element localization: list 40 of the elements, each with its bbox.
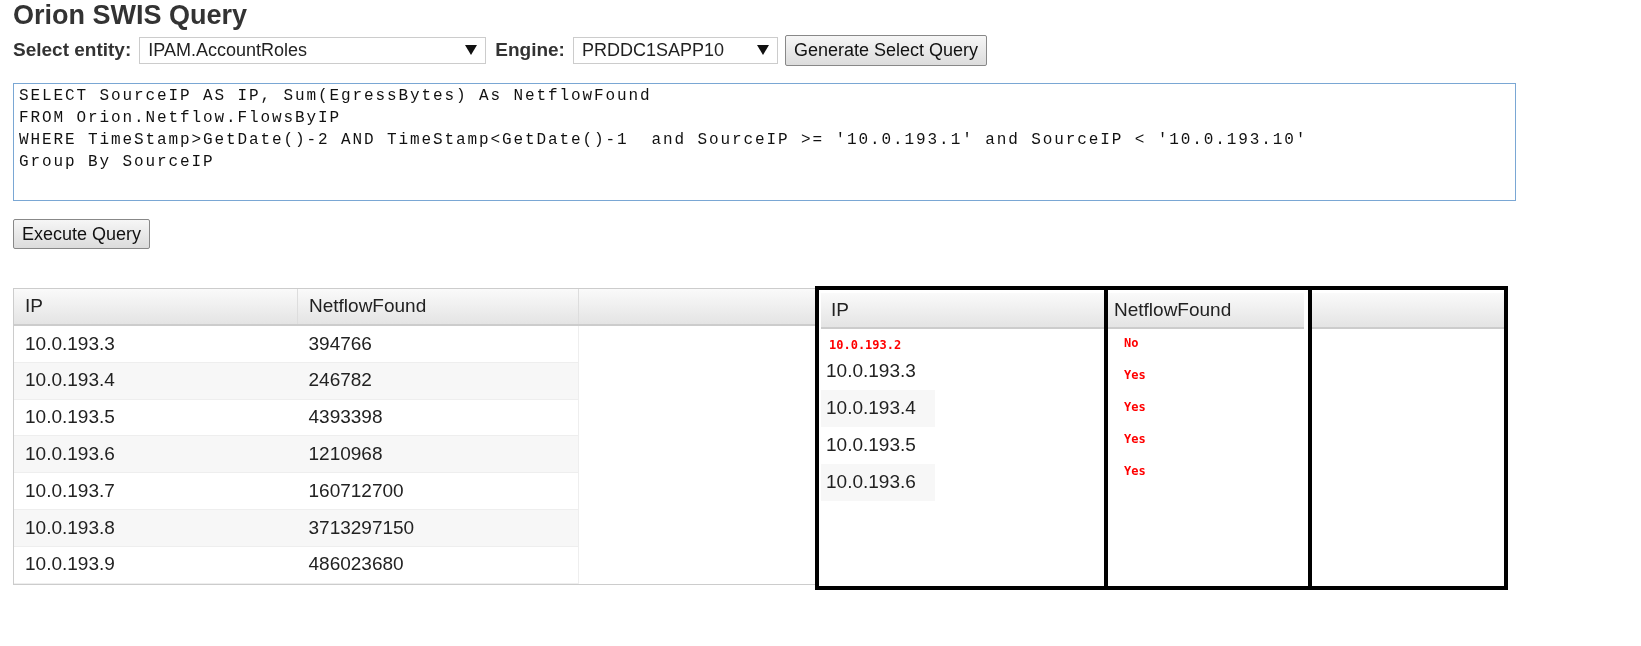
query-line: Group By SourceIP: [19, 152, 216, 173]
table-cell-text: 246782: [307, 368, 373, 393]
annotation-text: Yes: [1124, 399, 1146, 415]
table-cell-text: 160712700: [307, 478, 405, 503]
caret-icon: [465, 45, 478, 55]
table-cell: 10.0.193.4: [821, 390, 935, 427]
query-line: WHERE TimeStamp>GetDate()-2 AND TimeStamp<GetDate()-1 and SourceIP >= '10.0.193.1' and SourceIP < '10.0.193.10': [19, 130, 1309, 151]
table-cell-text: 394766: [307, 331, 373, 356]
query-line: SELECT SourceIP AS IP, Sum(EgressBytes) As NetflowFound: [19, 86, 653, 107]
table-cell-text: 486023680: [307, 552, 405, 577]
table-cell-text: 1210968: [307, 442, 384, 467]
table-cell-text: 10.0.193.7: [24, 478, 116, 503]
table-cell-text: 10.0.193.3: [24, 331, 116, 356]
table-cell-text: 10.0.193.5: [24, 405, 116, 430]
column-header[interactable]: IP: [14, 289, 298, 324]
query-editor[interactable]: [13, 83, 1516, 201]
table-cell-text: 10.0.193.6: [24, 442, 116, 467]
page-title: Orion SWIS Query: [13, 0, 249, 30]
annotation-text: Yes: [1124, 431, 1146, 447]
caret-icon: [756, 45, 769, 55]
column-header[interactable]: NetflowFound: [1108, 293, 1304, 329]
annotation-text: No: [1124, 335, 1139, 351]
table-cell-text: 3713297150: [307, 515, 416, 540]
table-cell-text: 10.0.193.4: [24, 368, 116, 393]
dropdown[interactable]: PRDDC1SAPP10: [572, 36, 778, 64]
table-cell: 10.0.193.6: [821, 464, 935, 501]
field-label: Select entity:: [13, 37, 132, 62]
query-line: FROM Orion.Netflow.FlowsByIP: [19, 108, 343, 129]
annotation-text: 10.0.193.2: [829, 337, 903, 353]
dropdown[interactable]: IPAM.AccountRoles: [139, 36, 487, 64]
generate-query-button[interactable]: Generate Select Query: [784, 34, 988, 66]
annotation-text: Yes: [1124, 367, 1146, 383]
table-cell-text: 10.0.193.9: [24, 552, 116, 577]
execute-query-button[interactable]: Execute Query: [13, 219, 151, 249]
column-header[interactable]: NetflowFound: [298, 289, 579, 324]
annotation-text: Yes: [1124, 463, 1146, 479]
field-label: Engine:: [495, 37, 565, 62]
column-header[interactable]: IP: [821, 293, 1104, 329]
table-cell-text: 10.0.193.8: [24, 515, 116, 540]
table-cell-text: 4393398: [307, 405, 384, 430]
